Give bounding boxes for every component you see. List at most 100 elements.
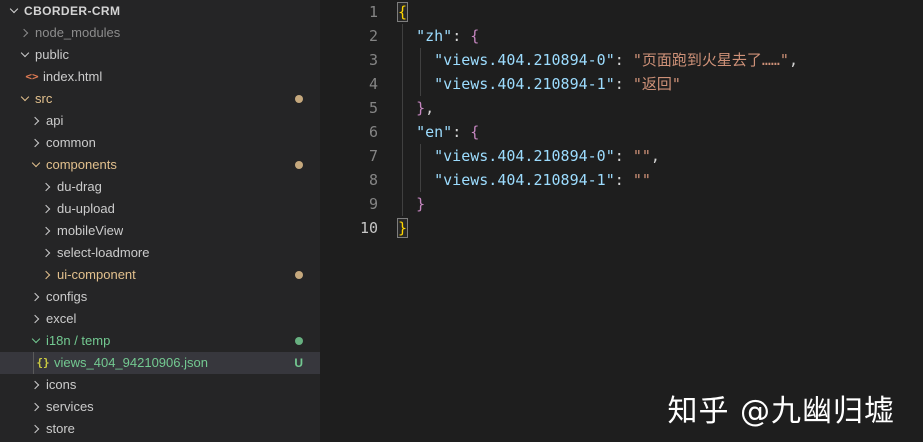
chevron-right-icon: [41, 181, 53, 193]
sidebar-item-label: src: [35, 91, 53, 106]
sidebar-item-store[interactable]: store: [0, 418, 320, 440]
line-number: 7: [368, 147, 378, 165]
sidebar-item-label: public: [35, 47, 69, 62]
sidebar-item-common[interactable]: common: [0, 132, 320, 154]
chevron-down-icon: [30, 335, 42, 347]
code-area: 1{2 "zh": {3 "views.404.210894-0": "页面跑到…: [320, 0, 923, 240]
chevron-right-icon: [41, 247, 53, 259]
sidebar-item-du-drag[interactable]: du-drag: [0, 176, 320, 198]
file-tree: node_modulespublic <> index.html src api comm…: [0, 22, 320, 440]
code-token: {: [396, 2, 409, 22]
chevron-right-icon: [30, 401, 42, 413]
sidebar-item-excel[interactable]: excel: [0, 308, 320, 330]
code-line-10[interactable]: 10}: [320, 216, 923, 240]
code-line-2[interactable]: 2 "zh": {: [320, 24, 923, 48]
code-token: :: [614, 171, 633, 189]
sidebar-item-api[interactable]: api: [0, 110, 320, 132]
line-number: 1: [368, 3, 378, 21]
line-number: 9: [368, 195, 378, 213]
code-line-3[interactable]: 3 "views.404.210894-0": "页面跑到火星去了……",: [320, 48, 923, 72]
sidebar-item-label: icons: [46, 377, 77, 392]
code-line-content: "views.404.210894-1": "返回": [378, 72, 681, 96]
code-token: :: [452, 27, 471, 45]
code-line-6[interactable]: 6 "en": {: [320, 120, 923, 144]
code-token: ,: [425, 99, 435, 117]
code-line-content: }: [378, 216, 409, 240]
sidebar-item-mobileview[interactable]: mobileView: [0, 220, 320, 242]
watermark: 知乎 @九幽归墟: [667, 394, 895, 429]
indent-guide: [402, 24, 403, 216]
sidebar-item-views-404-json[interactable]: {} views_404_94210906.json U: [0, 352, 320, 374]
sidebar-item-icons[interactable]: icons: [0, 374, 320, 396]
code-line-content: "views.404.210894-0": "页面跑到火星去了……",: [378, 48, 798, 72]
code-line-5[interactable]: 5 },: [320, 96, 923, 120]
code-line-content: {: [378, 0, 409, 24]
code-token: "页面跑到火星去了……": [632, 51, 789, 69]
sidebar-item-du-upload[interactable]: du-upload: [0, 198, 320, 220]
chevron-down-icon: [30, 159, 42, 171]
chevron-right-icon: [41, 269, 53, 281]
chevron-down-icon: [19, 49, 31, 61]
sidebar-item-src[interactable]: src: [0, 88, 320, 110]
code-token: :: [452, 123, 471, 141]
code-token: }: [396, 218, 409, 238]
code-line-7[interactable]: 7 "views.404.210894-0": "",: [320, 144, 923, 168]
line-number: 6: [368, 123, 378, 141]
code-line-9[interactable]: 9 }: [320, 192, 923, 216]
line-number: 5: [368, 99, 378, 117]
code-token: }: [416, 99, 426, 117]
code-token: "": [632, 171, 651, 189]
sidebar-item-i18n-temp[interactable]: i18n / temp: [0, 330, 320, 352]
sidebar-item-services[interactable]: services: [0, 396, 320, 418]
sidebar-item-select-loadmore[interactable]: select-loadmore: [0, 242, 320, 264]
sidebar-item-label: du-drag: [57, 179, 102, 194]
sidebar-item-label: store: [46, 421, 75, 436]
chevron-right-icon: [41, 203, 53, 215]
chevron-right-icon: [41, 225, 53, 237]
chevron-right-icon: [30, 137, 42, 149]
sidebar-item-ui-component[interactable]: ui-component: [0, 264, 320, 286]
sidebar-item-configs[interactable]: configs: [0, 286, 320, 308]
root-folder-label: CBORDER-CRM: [24, 4, 121, 18]
code-token: }: [416, 195, 426, 213]
code-line-content: "zh": {: [378, 24, 479, 48]
code-token: ,: [788, 51, 798, 69]
code-token: ,: [650, 147, 660, 165]
sidebar-item-label: ui-component: [57, 267, 136, 282]
sidebar-item-label: mobileView: [57, 223, 124, 238]
modified-dot: [295, 271, 303, 279]
sidebar-item-label: configs: [46, 289, 88, 304]
code-token: "en": [416, 123, 453, 141]
code-line-1[interactable]: 1{: [320, 0, 923, 24]
line-number: 10: [359, 219, 378, 237]
chevron-right-icon: [30, 291, 42, 303]
sidebar-root-folder[interactable]: CBORDER-CRM: [0, 0, 320, 22]
sidebar-item-components[interactable]: components: [0, 154, 320, 176]
chevron-down-icon: [8, 5, 20, 17]
sidebar-item-public[interactable]: public: [0, 44, 320, 66]
indent-guide: [420, 48, 421, 96]
sidebar-item-label: components: [46, 157, 117, 172]
code-token: "views.404.210894-1": [434, 75, 615, 93]
code-line-8[interactable]: 8 "views.404.210894-1": "": [320, 168, 923, 192]
sidebar-item-label: select-loadmore: [57, 245, 150, 260]
code-line-4[interactable]: 4 "views.404.210894-1": "返回": [320, 72, 923, 96]
sidebar-item-index-html[interactable]: <> index.html: [0, 66, 320, 88]
modified-dot: [295, 161, 303, 169]
editor-pane: 1{2 "zh": {3 "views.404.210894-0": "页面跑到…: [320, 0, 923, 442]
sidebar-item-label: common: [46, 135, 96, 150]
code-token: {: [470, 27, 480, 45]
sidebar-item-node-modules[interactable]: node_modules: [0, 22, 320, 44]
line-number: 2: [368, 27, 378, 45]
json-file-icon: {}: [36, 356, 50, 369]
line-number: 3: [368, 51, 378, 69]
code-token: "views.404.210894-0": [434, 51, 615, 69]
chevron-right-icon: [19, 27, 31, 39]
